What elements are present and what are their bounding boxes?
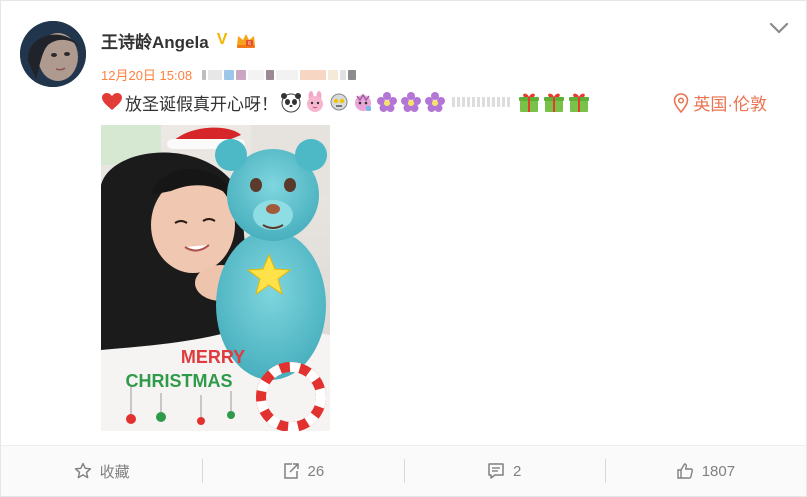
robot-icon xyxy=(330,93,348,111)
verified-badge-icon[interactable]: V xyxy=(217,32,228,48)
obscured-text xyxy=(452,97,510,107)
location-name: 英国·伦敦 xyxy=(693,95,767,114)
post-timestamp[interactable]: 12月20日 15:08 xyxy=(101,65,192,84)
purple-flower-icon xyxy=(401,92,421,112)
comment-button[interactable]: 2 xyxy=(403,446,605,496)
thumbs-up-icon xyxy=(676,463,693,479)
emoji-run xyxy=(280,91,446,113)
gift-icon xyxy=(519,93,539,112)
pink-creature-icon xyxy=(355,93,371,111)
favorite-button[interactable]: 收藏 xyxy=(1,446,202,496)
star-icon xyxy=(74,462,91,479)
repost-button[interactable]: 26 xyxy=(202,446,403,496)
purple-flower-icon xyxy=(377,92,397,112)
svg-text:6: 6 xyxy=(248,41,251,47)
merry-text: MERRY xyxy=(181,347,245,367)
pink-bunny-icon xyxy=(307,91,323,112)
author-row: 王诗龄Angela V 6 xyxy=(101,27,257,53)
heart-icon xyxy=(102,93,122,110)
obscured-source xyxy=(202,69,357,80)
post-photo[interactable]: MERRY CHRISTMAS xyxy=(101,125,330,431)
like-count: 1807 xyxy=(701,462,736,480)
post-text-row: 放圣诞假真开心呀！ 英国·伦敦 xyxy=(101,89,791,115)
avatar[interactable] xyxy=(20,21,86,87)
weibo-post-card: 王诗龄Angela V 6 12月20日 15:08 放圣诞假真开心呀！ 英国·… xyxy=(0,0,807,497)
pin-icon xyxy=(674,92,689,113)
action-bar: 收藏 26 2 1807 xyxy=(1,446,806,496)
vip-crown-icon[interactable]: 6 xyxy=(235,31,257,49)
photo-image: MERRY CHRISTMAS xyxy=(101,125,330,431)
repost-count: 26 xyxy=(307,462,325,480)
christmas-text: CHRISTMAS xyxy=(126,371,233,391)
gift-icon xyxy=(544,93,564,112)
avatar-image xyxy=(20,21,86,87)
author-name[interactable]: 王诗龄Angela xyxy=(101,28,209,53)
panda-icon xyxy=(281,93,301,113)
gift-emoji-run xyxy=(518,91,590,113)
post-meta: 12月20日 15:08 xyxy=(101,65,357,84)
like-button[interactable]: 1807 xyxy=(604,446,806,496)
post-text: 放圣诞假真开心呀！ xyxy=(125,94,278,114)
purple-flower-icon xyxy=(425,92,445,112)
location-link[interactable]: 英国·伦敦 xyxy=(673,90,767,115)
favorite-label: 收藏 xyxy=(99,463,130,481)
gift-icon xyxy=(569,93,589,112)
comment-count: 2 xyxy=(512,462,522,480)
repost-icon xyxy=(283,463,299,479)
chevron-down-icon[interactable] xyxy=(768,19,790,37)
comment-icon xyxy=(488,463,504,479)
